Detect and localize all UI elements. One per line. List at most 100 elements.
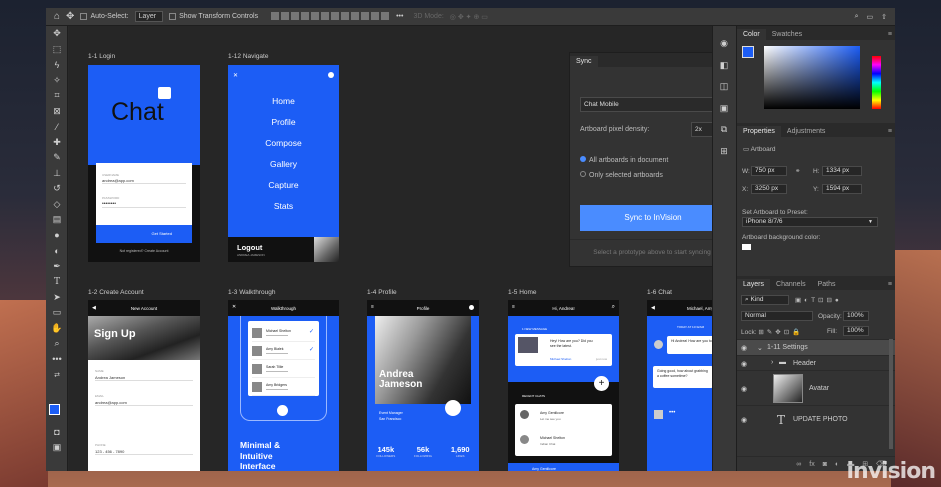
share-icon[interactable]: ⇧ [881,13,887,21]
preset-dropdown[interactable]: iPhone 8/7/6 ▼ [742,217,878,227]
layer-row-avatar[interactable]: ◉ Avatar [737,370,895,405]
color-panel-icon[interactable]: ◉ [713,36,735,52]
nav-item[interactable]: Compose [228,137,339,158]
settings-icon[interactable] [469,305,474,310]
tab-color[interactable]: Color [737,29,766,40]
sync-panel-icon[interactable]: ▣ [713,101,735,117]
tab-properties[interactable]: Properties [737,126,781,137]
layers-icon[interactable]: ◫ [713,79,735,95]
frame-icon[interactable]: ⊠ [46,104,68,120]
pen-icon[interactable]: ✒ [46,259,68,275]
brush-icon[interactable]: ✎ [46,150,68,166]
layer-row-update-photo[interactable]: ◉ T UPDATE PHOTO [737,405,895,433]
x-field[interactable]: 3250 px [751,184,787,194]
width-field[interactable]: 750 px [751,166,787,176]
logout-link[interactable]: Logout [237,243,262,252]
artboard-login[interactable]: Chat USERNAME andrea@app.com PASSWORD ••… [88,65,200,262]
marquee-icon[interactable]: ⬚ [46,42,68,58]
message-card[interactable]: Hey! How are you? Did you see the latest… [515,334,612,366]
radio-all[interactable] [580,156,586,162]
tab-layers[interactable]: Layers [737,279,771,290]
panel-menu-icon[interactable]: ≡ [884,29,895,40]
quick-mask-icon[interactable]: ◘ [46,424,68,440]
artboard-bg-swatch[interactable] [742,244,751,250]
nav-item[interactable]: Gallery [228,158,339,179]
artboard-label[interactable]: 1-4 Profile [367,289,397,296]
history-brush-icon[interactable]: ↺ [46,181,68,197]
home-button[interactable] [277,405,288,416]
screen-mode-icon[interactable]: ▣ [46,440,68,456]
gradient-icon[interactable]: ▤ [46,212,68,228]
artboard-home[interactable]: ≡ Hi, Andrea! ⌕ 1 NEW MESSAGE Hey! How a… [508,300,619,471]
crop-icon[interactable]: ⌗ [46,88,68,104]
3d-tools-icons[interactable]: ◎ ✥ ✦ ⊕ ▭ [450,13,488,21]
password-field[interactable]: •••••••• [102,201,186,208]
compose-fab[interactable]: + [594,376,609,391]
lock-icons[interactable]: ⊞✎✥⊡🔒 [758,329,803,336]
foreground-color-swatch[interactable] [49,404,60,415]
dodge-icon[interactable]: ◐ [46,243,68,259]
name-field[interactable]: Andrea Jameson [95,375,193,381]
layer-filter-icons[interactable]: ▣◐T⊡⊟● [795,296,842,304]
libraries-icon[interactable]: ⧉ [713,122,735,138]
layers-scrollbar[interactable] [889,339,893,449]
search-icon[interactable]: ⌕ [855,13,859,21]
path-select-icon[interactable]: ➤ [46,290,68,306]
hue-slider[interactable] [872,56,881,109]
email-field[interactable]: andrea@app.com [95,400,193,406]
zoom-icon[interactable]: ⌕ [46,336,68,352]
eyedropper-icon[interactable]: ⁄ [46,119,68,135]
artboard-profile[interactable]: ≡ Profile Andrea Jameson Event Manager S… [367,300,479,471]
layer-filter-dropdown[interactable]: ⌕ Kind [741,295,789,305]
fill-field[interactable]: 100% [843,326,869,336]
auto-select-checkbox[interactable] [80,13,88,20]
layer-row-settings[interactable]: ◉ ⌄ 1-11 Settings [737,339,895,355]
opacity-field[interactable]: 100% [843,311,869,321]
nav-item[interactable]: Home [228,95,339,116]
tab-channels[interactable]: Channels [770,279,812,290]
blend-mode-dropdown[interactable]: Normal [741,311,813,321]
artboard-navigate[interactable]: ✕ Home Profile Compose Gallery Capture Stats … [228,65,339,262]
artboard-label[interactable]: 1-3 Walkthrough [228,289,275,296]
get-started-button[interactable]: Get Started [96,225,192,243]
move-tool-icon[interactable]: ✥ [66,11,74,22]
nav-item[interactable]: Stats [228,200,339,221]
magic-wand-icon[interactable]: ✧ [46,73,68,89]
add-friend-button[interactable] [445,400,461,416]
blur-icon[interactable]: ● [46,228,68,244]
panel-menu-icon[interactable]: ≡ [884,126,895,137]
move-icon[interactable]: ✥ [46,26,68,42]
auto-select-dropdown[interactable]: Layer [134,11,164,22]
type-icon[interactable]: T [46,274,68,290]
close-icon[interactable]: ✕ [233,72,238,79]
create-account-link[interactable]: Not registered? Create Account [88,249,200,253]
adjustments-icon[interactable]: ◧ [713,58,735,74]
link-layers-icon[interactable]: ∞ [796,461,801,468]
healing-icon[interactable]: ✚ [46,135,68,151]
artboard-label[interactable]: 1-1 Login [88,53,115,60]
eraser-icon[interactable]: ◇ [46,197,68,213]
y-field[interactable]: 1594 px [822,184,862,194]
artboard-label[interactable]: 1-6 Chat [647,289,672,296]
more-options-icon[interactable]: ••• [396,13,403,20]
shape-icon[interactable]: ▭ [46,305,68,321]
search-icon[interactable]: ⌕ [612,304,615,311]
artboard-label[interactable]: 1-5 Home [508,289,537,296]
artboard-walkthrough[interactable]: ✕ Walkthrough Michael Shelton ✓ Amy Bialek… [228,300,339,471]
canvas[interactable]: 1-1 Login Chat USERNAME andrea@app.com P… [69,26,736,471]
home-icon[interactable]: ⌂ [54,11,60,22]
fx-icon[interactable]: fx [809,461,814,468]
color-field[interactable] [764,46,860,109]
stamp-icon[interactable]: ⊥ [46,166,68,182]
show-transform-checkbox[interactable] [169,13,177,20]
panel-menu-icon[interactable]: ≡ [884,279,895,290]
swap-colors-icon[interactable]: ⇄ [46,367,68,383]
artboard-label[interactable]: 1-12 Navigate [228,53,268,60]
layer-row-header[interactable]: ◉ › ▬ Header [737,355,895,370]
phone-field[interactable]: 123 - 456 - 7890 [95,449,193,455]
back-icon[interactable]: ◀ [651,305,655,311]
tab-sync[interactable]: Sync [570,56,598,67]
sync-button[interactable]: Sync to InVision [580,205,726,231]
artboard-label[interactable]: 1-2 Create Account [88,289,144,296]
tab-swatches[interactable]: Swatches [766,29,808,40]
